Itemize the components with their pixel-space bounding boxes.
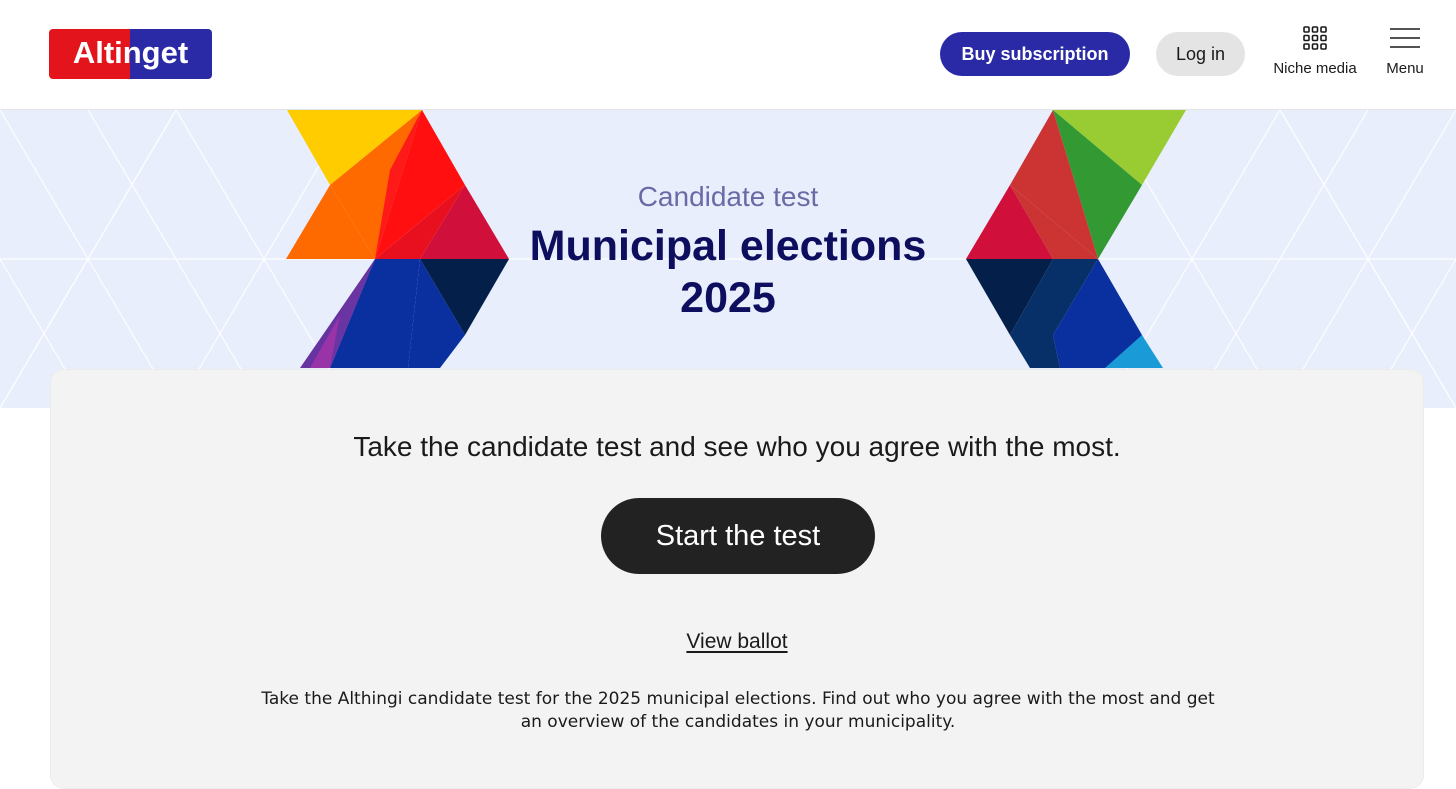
logo-text: Altinget bbox=[73, 35, 188, 70]
menu-label: Menu bbox=[1386, 60, 1424, 77]
hero-kicker: Candidate test bbox=[637, 181, 819, 212]
log-in-button[interactable]: Log in bbox=[1156, 32, 1245, 76]
start-test-button[interactable]: Start the test bbox=[601, 498, 875, 574]
card-description: Take the Althingi candidate test for the… bbox=[261, 689, 1215, 732]
page-title-line-2: 2025 bbox=[680, 274, 776, 322]
buy-subscription-button[interactable]: Buy subscription bbox=[940, 32, 1130, 76]
view-ballot-link[interactable]: View ballot bbox=[686, 630, 787, 653]
hero-banner: Candidate test Municipal elections 2025 bbox=[0, 110, 1456, 408]
hero-heading-group: Candidate test Municipal elections 2025 bbox=[478, 180, 978, 324]
grid-icon bbox=[1303, 26, 1327, 50]
menu-button[interactable]: Menu bbox=[1380, 26, 1430, 77]
card-lead-text: Take the candidate test and see who you … bbox=[353, 431, 1121, 462]
page-title: Municipal elections 2025 bbox=[478, 220, 978, 324]
left-triangle-cluster bbox=[286, 110, 509, 368]
page-title-line-1: Municipal elections bbox=[529, 222, 927, 270]
site-header: Altinget Buy subscription Log in Niche m… bbox=[0, 0, 1456, 110]
right-triangle-cluster bbox=[966, 110, 1186, 368]
altinget-logo[interactable]: Altinget bbox=[49, 29, 212, 79]
candidate-test-card: Take the candidate test and see who you … bbox=[50, 369, 1424, 789]
view-ballot-wrapper: View ballot bbox=[51, 630, 1423, 654]
hamburger-icon bbox=[1390, 28, 1420, 48]
niche-media-label: Niche media bbox=[1273, 60, 1357, 77]
niche-media-button[interactable]: Niche media bbox=[1266, 26, 1364, 77]
